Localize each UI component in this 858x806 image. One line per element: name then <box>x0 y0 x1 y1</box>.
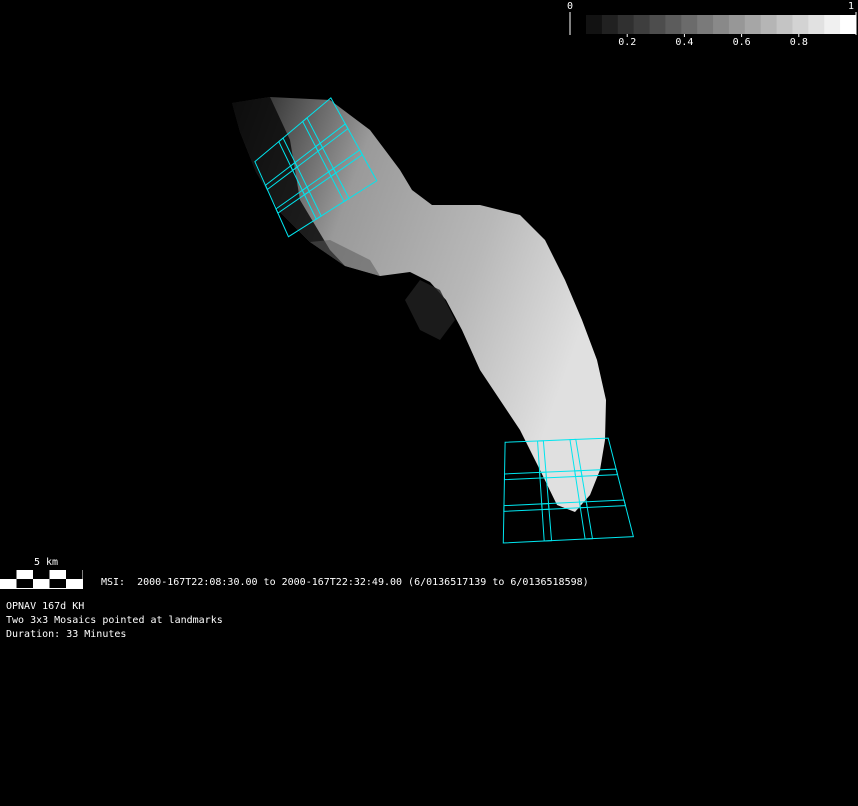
colorbar-step <box>744 15 762 34</box>
colorbar-step <box>601 15 619 34</box>
colorbar-step <box>808 15 825 34</box>
colorbar-tick-label: 0.2 <box>618 37 637 48</box>
colorbar-max-label: 1 <box>848 1 855 12</box>
scale-bar <box>0 570 83 589</box>
observation-title: OPNAV 167d KH <box>6 601 85 612</box>
colorbar-step <box>728 15 746 34</box>
colorbar-tick-label: 0.4 <box>675 37 694 48</box>
colorbar-step <box>824 15 841 34</box>
asteroid-shape <box>232 97 606 512</box>
colorbar-step <box>681 15 698 34</box>
colorbar-step <box>697 15 714 34</box>
msi-time-range: MSI: 2000-167T22:08:30.00 to 2000-167T22… <box>101 577 589 588</box>
colorbar-step <box>665 15 682 34</box>
colorbar-step <box>633 15 651 34</box>
colorbar-step <box>840 15 857 34</box>
colorbar-min-label: 0 <box>567 1 574 12</box>
colorbar-tick-label: 0.8 <box>789 37 808 48</box>
msi-frame <box>578 499 635 540</box>
colorbar-step <box>617 15 635 34</box>
colorbar-step <box>713 15 730 34</box>
colorbar-step <box>586 15 603 34</box>
colorbar-step <box>649 15 666 34</box>
scale-bar-label: 5 km <box>34 557 59 568</box>
asteroid-view <box>232 97 635 544</box>
colorbar-step <box>776 15 793 34</box>
observation-duration: Duration: 33 Minutes <box>6 629 127 640</box>
colorbar <box>569 12 857 37</box>
colorbar-tick-label: 0.6 <box>732 37 751 48</box>
observation-description: Two 3x3 Mosaics pointed at landmarks <box>6 615 223 626</box>
colorbar-step <box>760 15 778 34</box>
colorbar-step <box>792 15 809 34</box>
